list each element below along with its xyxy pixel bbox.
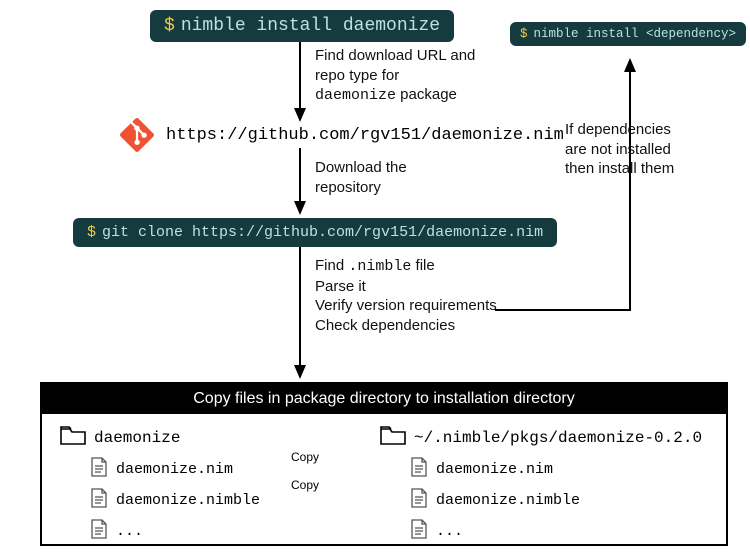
prompt: $ — [164, 16, 175, 36]
step-find-url: Find download URL and repo type for daem… — [315, 46, 475, 106]
prompt: $ — [520, 27, 528, 41]
file-label: ... — [436, 523, 463, 540]
line: repository — [315, 178, 407, 198]
line: repo type for — [315, 66, 475, 86]
line: are not installed — [565, 140, 674, 160]
file-row: daemonize.nim — [90, 457, 380, 482]
repo-url: https://github.com/rgv151/daemonize.nim — [166, 126, 564, 145]
line: then install them — [565, 159, 674, 179]
cmd-install-daemonize: $ nimble install daemonize — [150, 10, 454, 42]
file-row: daemonize.nimble — [410, 488, 708, 513]
git-icon — [120, 118, 154, 152]
line: Parse it — [315, 277, 497, 297]
folder-icon — [60, 424, 86, 451]
file-row: ... — [90, 519, 380, 544]
dst-folder: ~/.nimble/pkgs/daemonize-0.2.0 — [380, 424, 708, 451]
file-label: daemonize.nim — [436, 461, 553, 478]
copy-box-title: Copy files in package directory to insta… — [42, 384, 726, 414]
src-folder: daemonize — [60, 424, 380, 451]
file-label: daemonize.nimble — [116, 492, 260, 509]
line: Download the — [315, 158, 407, 178]
file-icon — [410, 457, 428, 482]
line: daemonize package — [315, 85, 475, 106]
file-row: daemonize.nim — [410, 457, 708, 482]
prompt: $ — [87, 224, 96, 241]
file-row: daemonize.nimble — [90, 488, 380, 513]
folder-icon — [380, 424, 406, 451]
step-parse-nimble: Find .nimble file Parse it Verify versio… — [315, 256, 497, 335]
file-icon — [410, 488, 428, 513]
cmd-install-dependency: $ nimble install <dependency> — [510, 22, 746, 46]
copy-box: Copy files in package directory to insta… — [40, 382, 728, 546]
folder-label: ~/.nimble/pkgs/daemonize-0.2.0 — [414, 429, 702, 447]
file-icon — [90, 457, 108, 482]
line: If dependencies — [565, 120, 674, 140]
cmd-text: nimble install <dependency> — [534, 27, 737, 41]
file-row: ... — [410, 519, 708, 544]
line: Find .nimble file — [315, 256, 497, 277]
dependency-note: If dependencies are not installed then i… — [565, 120, 674, 179]
file-icon — [410, 519, 428, 544]
file-icon — [90, 488, 108, 513]
repo-url-row: https://github.com/rgv151/daemonize.nim — [120, 118, 564, 152]
src-column: daemonize daemonize.nim daemonize.nimble… — [60, 424, 380, 544]
copy-label: Copy — [291, 478, 319, 492]
step-download: Download the repository — [315, 158, 407, 197]
cmd-git-clone: $ git clone https://github.com/rgv151/dae… — [73, 218, 557, 247]
cmd-text: nimble install daemonize — [181, 16, 440, 36]
copy-label: Copy — [291, 450, 319, 464]
file-icon — [90, 519, 108, 544]
file-label: daemonize.nim — [116, 461, 233, 478]
line: Verify version requirements — [315, 296, 497, 316]
line: Check dependencies — [315, 316, 497, 336]
cmd-text: git clone https://github.com/rgv151/daem… — [102, 224, 543, 241]
line: Find download URL and — [315, 46, 475, 66]
folder-label: daemonize — [94, 429, 180, 447]
file-label: ... — [116, 523, 143, 540]
dst-column: ~/.nimble/pkgs/daemonize-0.2.0 daemonize… — [380, 424, 708, 544]
file-label: daemonize.nimble — [436, 492, 580, 509]
